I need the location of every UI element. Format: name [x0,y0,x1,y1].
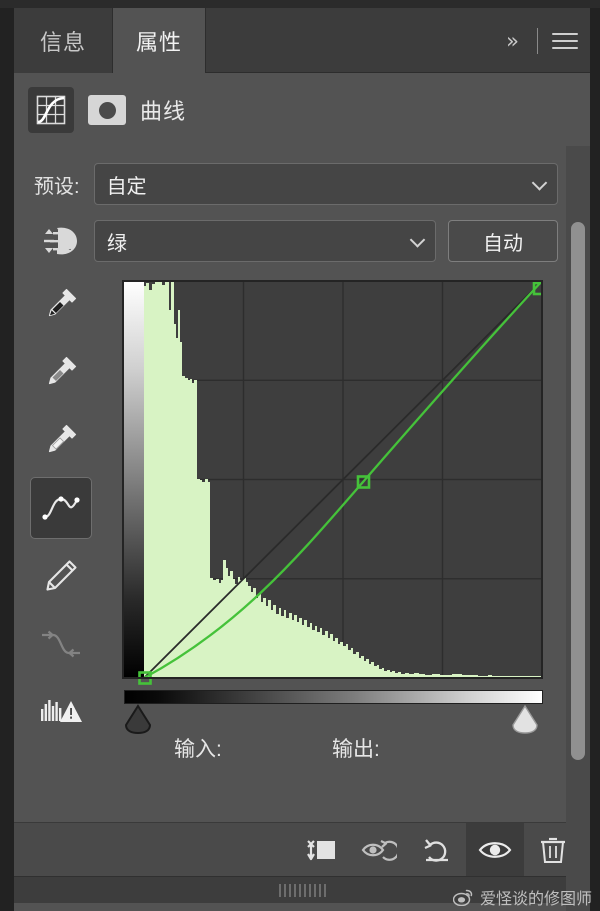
window-frame-right [590,0,600,911]
adjustment-header: 曲线 [28,87,186,133]
curves-graph[interactable] [122,280,543,687]
auto-button[interactable]: 自动 [448,220,558,262]
weibo-logo-icon [452,889,473,906]
eyedropper-white-icon [48,424,77,453]
channel-select[interactable]: 绿 [94,220,436,262]
tab-properties-label: 属性 [135,29,182,55]
tool-gray-point-eyedropper[interactable] [30,341,92,403]
output-gradient-strip [123,281,144,678]
clip-to-layer-button[interactable] [292,823,350,877]
tab-info-label: 信息 [39,29,86,55]
output-label: 输出: [332,738,380,761]
pencil-icon [46,560,77,591]
window-frame-top [0,0,600,8]
channel-value: 绿 [107,232,127,255]
layer-mask-thumbnail-icon[interactable] [88,95,126,125]
panel-tab-bar: 信息 属性 » [14,8,590,73]
eye-icon [478,841,512,858]
curves-tool-strip [30,273,102,749]
eyedropper-gray-icon [48,356,77,385]
input-label: 输入: [174,738,222,761]
input-gradient-strip [124,690,543,704]
input-output-row: 输入: 输出: [124,733,544,769]
tool-draw-pencil-curve[interactable] [30,545,92,607]
hamburger-menu-icon[interactable] [552,32,578,50]
black-input-slider[interactable] [123,704,153,735]
tab-bar-tools: » [500,8,578,73]
clip-to-layer-icon [307,839,335,860]
watermark-text: 爱怪谈的修图师 [479,891,592,908]
eyedropper-black-icon [48,288,77,317]
preset-row: 预设: 自定 [34,163,558,205]
eye-revert-icon [361,839,397,861]
auto-button-label: 自动 [483,232,523,255]
tab-properties[interactable]: 属性 [112,8,206,73]
tool-histogram-warning[interactable] [30,681,92,743]
smooth-curve-icon [42,630,80,658]
page-title: 曲线 [140,99,187,124]
channel-target-adjust-icon[interactable] [34,221,82,261]
preset-label: 预设: [34,175,80,198]
reset-adjustment-button[interactable] [408,823,466,877]
reset-arrow-icon [424,838,448,862]
panel-scrollbar-thumb[interactable] [571,222,585,760]
curve-points-icon [42,496,80,520]
view-previous-state-button[interactable] [350,823,408,877]
trash-icon [541,837,565,863]
preset-value: 自定 [106,175,147,198]
photoshop-properties-panel: 信息 属性 » 曲线 预设: 自定 绿 自动 输入: 输出: 爱怪谈的修图师 [0,0,600,911]
tool-smooth-curve[interactable] [30,613,92,675]
resize-grip-icon[interactable] [278,883,326,897]
toggle-layer-visibility-button[interactable] [466,822,524,877]
preset-select[interactable]: 自定 [93,163,558,205]
curves-adjustment-icon [28,87,74,133]
toolbar-divider [537,27,538,54]
white-input-slider[interactable] [510,704,540,734]
chevron-down-icon [409,232,426,248]
channel-row: 绿 自动 [34,219,558,263]
curves-graph-canvas[interactable] [122,280,543,687]
tool-black-point-eyedropper[interactable] [30,273,92,335]
panel-scrollbar-track[interactable] [566,146,590,911]
tool-edit-points-curve[interactable] [30,477,92,539]
tool-white-point-eyedropper[interactable] [30,409,92,471]
properties-panel-body: 曲线 预设: 自定 绿 自动 输入: 输出: [14,73,590,911]
chevron-down-icon [531,175,548,191]
chevron-double-right-icon[interactable]: » [500,25,523,57]
tab-info[interactable]: 信息 [14,8,112,73]
histogram-warning-icon [41,700,82,722]
window-frame-left [0,0,14,911]
watermark: 爱怪谈的修图师 [452,885,592,909]
panel-bottom-toolbar [14,822,590,877]
